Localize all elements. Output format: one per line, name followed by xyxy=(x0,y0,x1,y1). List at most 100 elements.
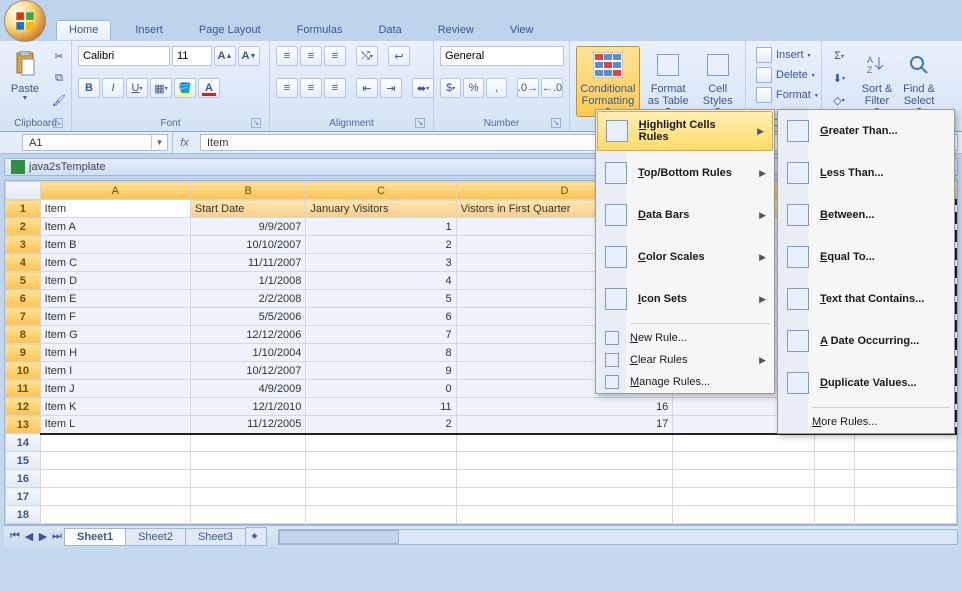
row-header-15[interactable]: 15 xyxy=(6,452,41,470)
merge-center-button[interactable]: ⬌▾ xyxy=(412,78,434,98)
menu-managerules[interactable]: Manage Rules... xyxy=(596,371,774,393)
autosum-button[interactable]: Σ▾ xyxy=(828,46,850,66)
cell-styles-button[interactable]: Cell Styles ▼ xyxy=(696,46,739,117)
paste-button[interactable]: Paste ▼ xyxy=(6,46,44,105)
name-box[interactable]: A1 ▼ xyxy=(22,134,168,151)
menu-topbottom[interactable]: Top/Bottom Rules▶ xyxy=(596,152,774,194)
align-right-button[interactable]: ≡ xyxy=(324,78,346,98)
number-format-select[interactable] xyxy=(440,46,564,66)
cut-button[interactable]: ✂ xyxy=(48,46,70,66)
row-header-6[interactable]: 6 xyxy=(6,290,41,308)
name-box-dropdown[interactable]: ▼ xyxy=(151,135,167,150)
conditional-formatting-button[interactable]: Conditional Formatting ▼ xyxy=(576,46,640,117)
font-launcher[interactable]: ↘ xyxy=(251,118,261,128)
sheet-tab-1[interactable]: Sheet1 xyxy=(64,528,126,546)
office-button[interactable] xyxy=(4,0,46,42)
select-all-corner[interactable] xyxy=(6,182,41,200)
fill-color-button[interactable]: 🪣 xyxy=(174,78,196,98)
sheet-nav-first[interactable]: ⏮ xyxy=(8,530,22,544)
find-select-button[interactable]: Find & Select ▼ xyxy=(900,46,938,117)
new-sheet-button[interactable]: ✦ xyxy=(245,527,267,546)
row-header-10[interactable]: 10 xyxy=(6,362,41,380)
table-row[interactable]: 15 xyxy=(6,452,957,470)
menu-databars[interactable]: Data Bars▶ xyxy=(596,194,774,236)
accounting-format-button[interactable]: $▾ xyxy=(440,78,461,98)
menu-lt[interactable]: Less Than... xyxy=(778,152,954,194)
row-header-1[interactable]: 1 xyxy=(6,200,41,218)
row-header-3[interactable]: 3 xyxy=(6,236,41,254)
menu-gt[interactable]: Greater Than... xyxy=(778,110,954,152)
table-row[interactable]: 16 xyxy=(6,470,957,488)
sort-filter-button[interactable]: AZ Sort & Filter ▼ xyxy=(858,46,896,117)
table-row[interactable]: 14 xyxy=(6,434,957,452)
sheet-nav-next[interactable]: ▶ xyxy=(36,530,50,544)
row-header-18[interactable]: 18 xyxy=(6,506,41,524)
orientation-button[interactable]: ⤭▾ xyxy=(356,46,378,66)
format-painter-button[interactable]: 🖌 xyxy=(48,90,70,110)
row-header-14[interactable]: 14 xyxy=(6,434,41,452)
tab-data[interactable]: Data xyxy=(366,21,413,40)
row-header-2[interactable]: 2 xyxy=(6,218,41,236)
align-bottom-button[interactable]: ≡ xyxy=(324,46,346,66)
align-left-button[interactable]: ≡ xyxy=(276,78,298,98)
number-launcher[interactable]: ↘ xyxy=(551,118,561,128)
tab-home[interactable]: Home xyxy=(56,20,111,40)
menu-dup[interactable]: Duplicate Values... xyxy=(778,362,954,404)
menu-date[interactable]: A Date Occurring... xyxy=(778,320,954,362)
copy-button[interactable]: ⧉ xyxy=(48,68,70,88)
tab-page-layout[interactable]: Page Layout xyxy=(187,21,273,40)
menu-highlight[interactable]: Highlight Cells Rules▶ xyxy=(597,111,773,151)
underline-button[interactable]: U▾ xyxy=(126,78,148,98)
increase-indent-button[interactable]: ⇥ xyxy=(380,78,402,98)
menu-between[interactable]: Between... xyxy=(778,194,954,236)
menu-colorscales[interactable]: Color Scales▶ xyxy=(596,236,774,278)
row-header-12[interactable]: 12 xyxy=(6,398,41,416)
format-cells-button[interactable]: Format▾ xyxy=(752,86,822,104)
table-row[interactable]: 18 xyxy=(6,506,957,524)
decrease-indent-button[interactable]: ⇤ xyxy=(356,78,378,98)
fx-button[interactable]: fx xyxy=(172,132,196,153)
menu-more-rules[interactable]: More Rules... xyxy=(778,411,954,433)
decrease-decimal-button[interactable]: ←.0 xyxy=(541,78,563,98)
italic-button[interactable]: I xyxy=(102,78,124,98)
row-header-13[interactable]: 13 xyxy=(6,416,41,434)
menu-equal[interactable]: Equal To... xyxy=(778,236,954,278)
sheet-tab-2[interactable]: Sheet2 xyxy=(125,528,186,546)
shrink-font-button[interactable]: A▼ xyxy=(238,46,260,66)
tab-formulas[interactable]: Formulas xyxy=(285,21,355,40)
border-button[interactable]: ▦▾ xyxy=(150,78,172,98)
percent-format-button[interactable]: % xyxy=(463,78,484,98)
comma-format-button[interactable]: , xyxy=(486,78,507,98)
tab-insert[interactable]: Insert xyxy=(123,21,175,40)
row-header-11[interactable]: 11 xyxy=(6,380,41,398)
menu-iconsets[interactable]: Icon Sets▶ xyxy=(596,278,774,320)
row-header-8[interactable]: 8 xyxy=(6,326,41,344)
row-header-7[interactable]: 7 xyxy=(6,308,41,326)
fill-button[interactable]: ⬇▾ xyxy=(828,68,850,88)
alignment-launcher[interactable]: ↘ xyxy=(415,118,425,128)
menu-text[interactable]: Text that Contains... xyxy=(778,278,954,320)
sheet-nav-last[interactable]: ⏭ xyxy=(50,530,64,544)
align-middle-button[interactable]: ≡ xyxy=(300,46,322,66)
row-header-4[interactable]: 4 xyxy=(6,254,41,272)
row-header-9[interactable]: 9 xyxy=(6,344,41,362)
grow-font-button[interactable]: A▲ xyxy=(214,46,236,66)
sheet-nav-prev[interactable]: ◀ xyxy=(22,530,36,544)
align-top-button[interactable]: ≡ xyxy=(276,46,298,66)
row-header-17[interactable]: 17 xyxy=(6,488,41,506)
menu-newrule[interactable]: New Rule... xyxy=(596,327,774,349)
row-header-16[interactable]: 16 xyxy=(6,470,41,488)
format-as-table-button[interactable]: Format as Table ▼ xyxy=(644,46,692,117)
delete-cells-button[interactable]: Delete▾ xyxy=(752,66,822,84)
align-center-button[interactable]: ≡ xyxy=(300,78,322,98)
tab-review[interactable]: Review xyxy=(426,21,486,40)
insert-cells-button[interactable]: Insert▾ xyxy=(752,46,822,64)
font-name-select[interactable] xyxy=(78,46,170,66)
horizontal-scrollbar[interactable] xyxy=(278,529,958,545)
font-size-select[interactable] xyxy=(172,46,212,66)
sheet-tab-3[interactable]: Sheet3 xyxy=(185,528,246,546)
col-header-A[interactable]: A xyxy=(40,182,190,200)
menu-clearrules[interactable]: Clear Rules▶ xyxy=(596,349,774,371)
tab-view[interactable]: View xyxy=(498,21,546,40)
increase-decimal-button[interactable]: .0→ xyxy=(517,78,539,98)
